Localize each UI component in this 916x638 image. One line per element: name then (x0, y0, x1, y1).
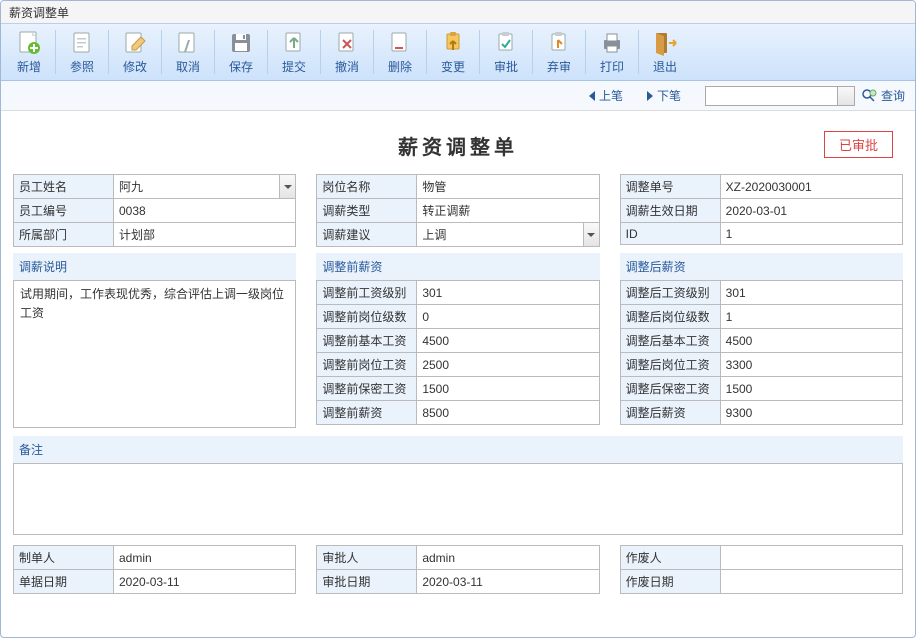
form-body: 薪资调整单 已审批 员工姓名阿九 员工编号0038 所属部门计划部 岗位名称物管… (1, 111, 915, 602)
after-base[interactable]: 4500 (720, 329, 902, 353)
before-level[interactable]: 301 (417, 281, 599, 305)
post-name-field[interactable]: 物管 (417, 175, 599, 199)
after-level[interactable]: 301 (720, 281, 902, 305)
before-post[interactable]: 2500 (417, 353, 599, 377)
after-post[interactable]: 3300 (720, 353, 902, 377)
print-icon (598, 29, 626, 57)
exit-button[interactable]: 退出 (641, 26, 689, 78)
after-total[interactable]: 9300 (720, 401, 902, 425)
reference-button[interactable]: 参照 (58, 26, 106, 78)
approver-table: 审批人admin 审批日期2020-03-11 (316, 545, 599, 594)
before-secret[interactable]: 1500 (417, 377, 599, 401)
prev-link[interactable]: 上笔 (589, 87, 623, 104)
revoke-button[interactable]: 撤消 (323, 26, 371, 78)
approve-icon (492, 29, 520, 57)
change-button[interactable]: 变更 (429, 26, 477, 78)
approve-button[interactable]: 审批 (482, 26, 530, 78)
next-link[interactable]: 下笔 (647, 87, 681, 104)
position-table: 岗位名称物管 调薪类型转正调薪 调薪建议上调 (316, 174, 599, 247)
submit-icon (280, 29, 308, 57)
dropdown-icon[interactable] (583, 223, 599, 246)
save-button[interactable]: 保存 (217, 26, 265, 78)
remark-header: 备注 (13, 436, 903, 463)
employee-code-field[interactable]: 0038 (114, 199, 296, 223)
delete-icon (386, 29, 414, 57)
employee-table: 员工姓名阿九 员工编号0038 所属部门计划部 (13, 174, 296, 247)
dropdown-icon[interactable] (279, 175, 295, 198)
submit-button[interactable]: 提交 (270, 26, 318, 78)
adjust-type-field[interactable]: 转正调薪 (417, 199, 599, 223)
bill-table: 调整单号XZ-2020030001 调薪生效日期2020-03-01 ID1 (620, 174, 903, 245)
change-icon (439, 29, 467, 57)
edit-button[interactable]: 修改 (111, 26, 159, 78)
approver-field: admin (417, 546, 599, 570)
void-date-field (720, 570, 902, 594)
desc-textarea[interactable]: 试用期间，工作表现优秀，综合评估上调一级岗位工资 (13, 280, 296, 428)
before-base[interactable]: 4500 (417, 329, 599, 353)
before-grade[interactable]: 0 (417, 305, 599, 329)
nav-bar: 上笔 下笔 查询 (1, 81, 915, 111)
void-by-field (720, 546, 902, 570)
toolbar: 新增 参照 修改 取消 保存 (1, 23, 915, 81)
effective-date-field[interactable]: 2020-03-01 (720, 199, 902, 223)
cancel-button[interactable]: 取消 (164, 26, 212, 78)
remark-textarea[interactable] (13, 463, 903, 535)
bill-no-field[interactable]: XZ-2020030001 (720, 175, 902, 199)
save-icon (227, 29, 255, 57)
triangle-left-icon (589, 91, 595, 101)
before-total[interactable]: 8500 (417, 401, 599, 425)
after-secret[interactable]: 1500 (720, 377, 902, 401)
employee-name-field[interactable]: 阿九 (114, 175, 296, 199)
status-badge: 已审批 (824, 131, 893, 158)
adjust-suggest-field[interactable]: 上调 (417, 223, 599, 247)
employee-dept-field[interactable]: 计划部 (114, 223, 296, 247)
print-button[interactable]: 打印 (588, 26, 636, 78)
before-header: 调整前薪资 (316, 253, 599, 280)
app-window: 薪资调整单 新增 参照 修改 取消 (0, 0, 916, 638)
desc-header: 调薪说明 (13, 253, 296, 280)
search-icon (861, 88, 877, 104)
revoke-icon (333, 29, 361, 57)
id-field[interactable]: 1 (720, 223, 902, 245)
triangle-right-icon (647, 91, 653, 101)
cancel-icon (174, 29, 202, 57)
after-header: 调整后薪资 (620, 253, 903, 280)
reject-button[interactable]: 弃审 (535, 26, 583, 78)
after-salary-table: 调整后工资级别301 调整后岗位级数1 调整后基本工资4500 调整后岗位工资3… (620, 280, 903, 425)
bill-date-field: 2020-03-11 (114, 570, 296, 594)
before-salary-table: 调整前工资级别301 调整前岗位级数0 调整前基本工资4500 调整前岗位工资2… (316, 280, 599, 425)
new-button[interactable]: 新增 (5, 26, 53, 78)
window-title: 薪资调整单 (1, 1, 915, 23)
new-icon (15, 29, 43, 57)
reject-icon (545, 29, 573, 57)
approve-date-field: 2020-03-11 (417, 570, 599, 594)
delete-button[interactable]: 删除 (376, 26, 424, 78)
void-table: 作废人 作废日期 (620, 545, 903, 594)
exit-icon (651, 29, 679, 57)
search-link[interactable]: 查询 (861, 87, 905, 104)
creator-table: 制单人admin 单据日期2020-03-11 (13, 545, 296, 594)
search-combo[interactable] (705, 86, 855, 106)
edit-icon (121, 29, 149, 57)
form-title: 薪资调整单 (398, 137, 518, 159)
reference-icon (68, 29, 96, 57)
creator-field: admin (114, 546, 296, 570)
after-grade[interactable]: 1 (720, 305, 902, 329)
